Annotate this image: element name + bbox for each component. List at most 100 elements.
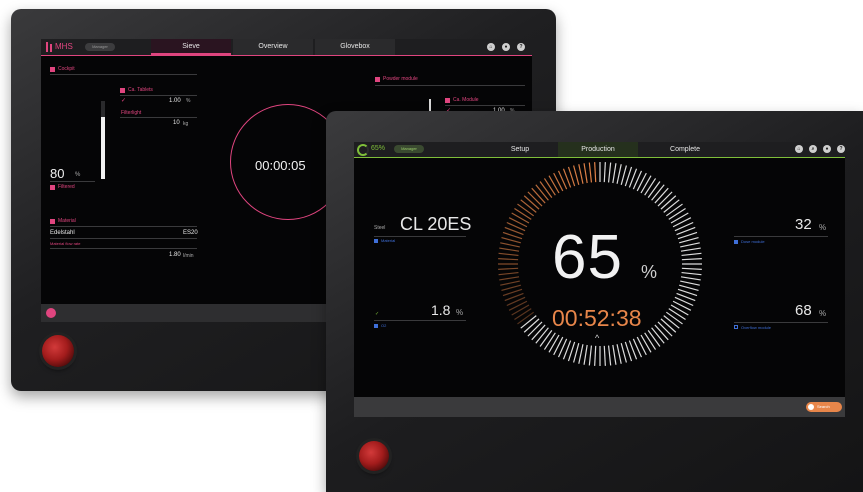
material-name: Edelstahl [50,230,75,236]
role-pill[interactable]: Manager [394,145,424,153]
gauge-tick [514,207,532,220]
home-icon[interactable]: ⌂ [487,43,495,51]
gauge-tick [636,172,647,192]
gauge-tick [665,203,683,217]
gauge-tick [498,267,519,270]
gauge-tick [679,284,699,291]
back-tab-bar: MHS Manager Sieve Overview Glovebox ⌂ ● … [41,39,532,55]
gauge-tick [527,321,543,337]
search-icon[interactable]: ⌕ [809,145,817,153]
gauge-tick [508,300,528,311]
front-bottom-bar: Search [354,397,845,417]
filterlight-value: 10 [173,120,180,126]
user-icon[interactable]: ● [502,43,510,51]
gauge-tick [588,162,593,183]
gauge-tick [543,332,556,350]
gauge-tick [588,345,593,366]
location-icon[interactable] [46,308,56,318]
module-icon [445,98,450,103]
user-icon[interactable]: ● [823,145,831,153]
module-title: Ca. Module [453,97,479,103]
gauge-tick [535,327,549,344]
header-progress: 65% [371,145,386,152]
tab-overview[interactable]: Overview [233,39,313,55]
material-icon [50,219,55,224]
dose-module-caption: Dose module [741,239,765,244]
gauge-tick [654,324,669,341]
filterlight-label: Filterlight [121,110,142,116]
o2-value: 1.8 [431,302,451,318]
center-percent: 65 [552,223,623,292]
chevron-up-icon[interactable]: ^ [595,333,599,343]
dose-module-value: 32 [795,216,812,233]
gauge-tick [668,308,686,321]
help-icon[interactable]: ? [517,43,525,51]
gauge-tick [651,184,665,201]
o2-icon [374,324,378,328]
gauge-tick [548,175,560,194]
fill-level-bar [101,101,105,179]
gauge-tick [681,252,702,257]
material-code: ES20 [183,230,198,236]
overflow-module-value: 68 [795,302,812,319]
emergency-stop-button[interactable] [359,441,389,471]
search-button[interactable]: Search [806,402,842,412]
gauge-tick [647,181,661,199]
gauge-tick [668,207,686,220]
front-screen: 65% Manager Setup Production Complete ⌂ … [354,142,845,417]
gauge-tick [663,315,680,329]
gauge-tick [543,178,556,196]
gauge-tick [539,329,553,347]
gauge-tick [573,165,580,185]
gauge-tick [680,247,701,252]
steel-value: CL 20ES [400,214,472,234]
gauge-tick [612,163,617,184]
gauge-tick [644,178,657,196]
gauge-tick [680,276,701,281]
tablets-icon [120,88,125,93]
gauge-tick [670,304,689,316]
gauge-tick [594,162,597,183]
gauge-tick [573,343,580,363]
gauge-tick [511,212,530,224]
gauge-tick [672,217,692,228]
gauge-tick [657,321,673,337]
role-pill[interactable]: Manager [85,43,115,51]
gauge-tick [578,164,584,184]
gauge-tick [612,344,617,365]
gauge-tick [499,247,520,252]
gauge-tick [539,181,553,199]
gauge-tick [508,217,528,228]
gauge-tick [636,336,647,356]
gauge-tick [607,345,612,366]
gauge-tick [500,280,520,286]
gauge-tick [663,199,680,213]
gauge-tick [517,311,535,325]
help-icon[interactable]: ? [837,145,845,153]
emergency-stop-button[interactable] [42,335,74,367]
powder-module-icon [375,77,380,82]
cockpit-icon [50,67,55,72]
gauge-tick [681,267,702,270]
sieve-timer: 00:00:05 [255,158,306,173]
home-icon[interactable]: ⌂ [795,145,803,153]
gauge-tick [578,344,584,364]
overflow-module-icon [734,325,738,329]
app-logo-icon [46,42,48,52]
gauge-tick [665,311,683,325]
gauge-tick [553,172,564,192]
center-timer: 00:52:38 [552,305,642,331]
gauge-tick [681,271,702,276]
gauge-tick [616,164,622,184]
gauge-tick [660,318,677,333]
gauge-tick [680,280,700,286]
check-icon: ✓ [375,311,380,317]
tab-glovebox[interactable]: Glovebox [315,39,395,55]
tab-sieve[interactable]: Sieve [151,39,231,55]
app-name: MHS [55,42,73,51]
gauge-tick [498,252,519,257]
material-flow-value: 1.80 [169,252,181,258]
material-caption: Material [381,238,396,243]
gauge-tick [640,334,652,353]
cockpit-title: Cockpit [58,66,75,72]
